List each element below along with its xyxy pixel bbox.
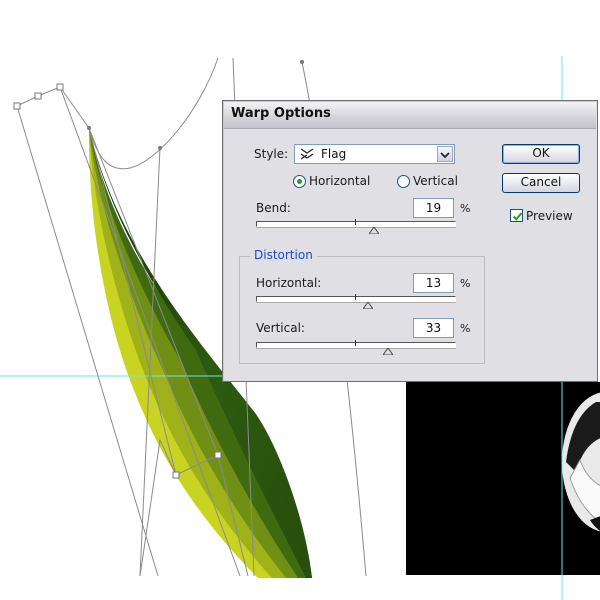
distortion-horizontal-center-tick	[355, 294, 356, 300]
distortion-horizontal-label: Horizontal:	[256, 276, 322, 290]
style-dropdown[interactable]: Flag	[294, 144, 455, 164]
preview-checkbox[interactable]	[510, 209, 523, 222]
distortion-vertical-slider-track[interactable]	[256, 342, 456, 348]
distortion-horizontal-slider-track[interactable]	[256, 296, 456, 302]
bend-slider-center-tick	[355, 219, 356, 225]
vertical-radio-label: Vertical	[413, 174, 458, 188]
style-dropdown-value: Flag	[321, 147, 347, 161]
dialog-title: Warp Options	[231, 106, 331, 121]
distortion-horizontal-unit: %	[460, 277, 471, 290]
distortion-vertical-input[interactable]: 33	[413, 318, 454, 338]
style-label: Style:	[254, 147, 289, 161]
ok-button[interactable]: OK	[502, 144, 580, 164]
anchor-point	[300, 60, 304, 64]
anchor-point	[158, 146, 162, 150]
chevron-down-icon[interactable]	[437, 146, 453, 162]
bend-slider-thumb[interactable]	[369, 227, 379, 234]
checkmark-icon	[512, 212, 523, 221]
flag-warp-icon	[300, 148, 314, 160]
bend-unit: %	[460, 202, 471, 215]
distortion-vertical-label: Vertical:	[256, 321, 305, 335]
distortion-group-label: Distortion	[250, 248, 317, 262]
horizontal-radio-label: Horizontal	[309, 174, 371, 188]
anchor-point	[87, 126, 91, 130]
dialog-titlebar[interactable]: Warp Options	[224, 102, 596, 129]
bend-slider-track[interactable]	[256, 221, 456, 227]
distortion-horizontal-input[interactable]: 13	[413, 273, 454, 293]
vertical-radio[interactable]	[397, 175, 410, 188]
distortion-vertical-slider-thumb[interactable]	[383, 348, 393, 355]
distortion-horizontal-slider-thumb[interactable]	[363, 302, 373, 309]
preview-label: Preview	[526, 209, 573, 223]
bend-input[interactable]: 19	[413, 198, 454, 218]
radio-selected-dot	[297, 179, 302, 184]
distortion-vertical-unit: %	[460, 322, 471, 335]
cancel-button[interactable]: Cancel	[502, 173, 580, 193]
horizontal-radio[interactable]	[293, 175, 306, 188]
distortion-vertical-center-tick	[355, 340, 356, 346]
bend-label: Bend:	[256, 201, 291, 215]
